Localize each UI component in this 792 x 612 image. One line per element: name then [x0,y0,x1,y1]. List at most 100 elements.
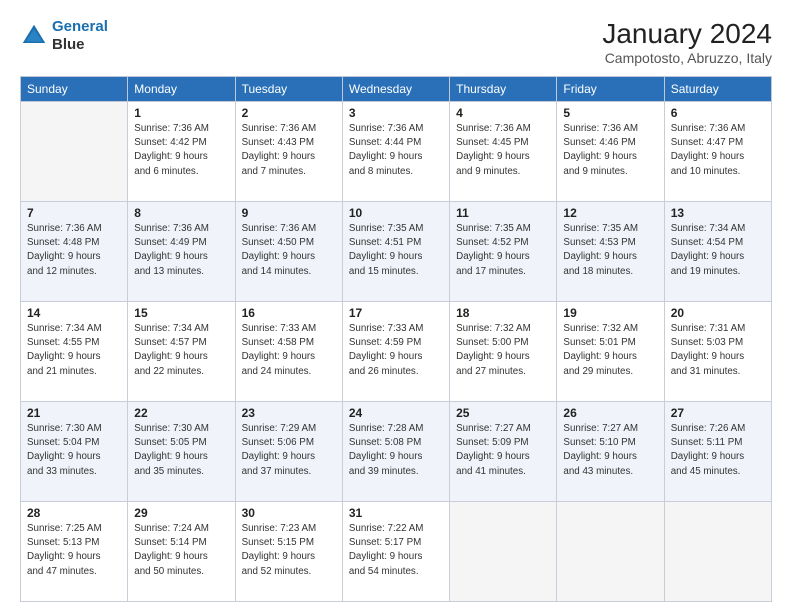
cell-info: Sunrise: 7:34 AM Sunset: 4:54 PM Dayligh… [671,222,765,279]
cell-day-number: 8 [134,206,228,220]
calendar-body: 1Sunrise: 7:36 AM Sunset: 4:42 PM Daylig… [21,102,772,602]
cell-day-number: 25 [456,406,550,420]
cell-day-number: 6 [671,106,765,120]
cell-info: Sunrise: 7:32 AM Sunset: 5:01 PM Dayligh… [563,322,657,379]
calendar-cell: 12 Sunrise: 7:35 AM Sunset: 4:53 PM Dayli… [557,202,664,302]
weekday-header-cell: Thursday [450,77,557,102]
cell-info: Sunrise: 7:31 AM Sunset: 5:03 PM Dayligh… [671,322,765,379]
calendar-cell: 20Sunrise: 7:31 AM Sunset: 5:03 PM Dayli… [664,302,771,402]
cell-day-number: 11 [456,206,550,220]
cell-day-number: 9 [242,206,336,220]
calendar-cell: 16Sunrise: 7:33 AM Sunset: 4:58 PM Dayli… [235,302,342,402]
calendar-cell: 5Sunrise: 7:36 AM Sunset: 4:46 PM Daylig… [557,102,664,202]
calendar-cell: 21Sunrise: 7:30 AM Sunset: 5:04 PM Dayli… [21,402,128,502]
calendar-cell [450,502,557,602]
calendar-cell: 8 Sunrise: 7:36 AM Sunset: 4:49 PM Daylig… [128,202,235,302]
title-block: January 2024 Campotosto, Abruzzo, Italy [602,18,772,66]
cell-day-number: 14 [27,306,121,320]
calendar-cell: 19 Sunrise: 7:32 AM Sunset: 5:01 PM Dayli… [557,302,664,402]
calendar-cell: 9 Sunrise: 7:36 AM Sunset: 4:50 PM Daylig… [235,202,342,302]
cell-day-number: 29 [134,506,228,520]
weekday-header-cell: Wednesday [342,77,449,102]
calendar-cell: 2Sunrise: 7:36 AM Sunset: 4:43 PM Daylig… [235,102,342,202]
calendar-cell: 14 Sunrise: 7:34 AM Sunset: 4:55 PM Dayli… [21,302,128,402]
cell-info: Sunrise: 7:36 AM Sunset: 4:50 PM Dayligh… [242,222,336,279]
calendar-cell: 24 Sunrise: 7:28 AM Sunset: 5:08 PM Dayli… [342,402,449,502]
calendar-cell [664,502,771,602]
cell-info: Sunrise: 7:24 AM Sunset: 5:14 PM Dayligh… [134,522,228,579]
weekday-header-cell: Tuesday [235,77,342,102]
calendar-week-row: 1Sunrise: 7:36 AM Sunset: 4:42 PM Daylig… [21,102,772,202]
calendar-cell: 10 Sunrise: 7:35 AM Sunset: 4:51 PM Dayli… [342,202,449,302]
cell-day-number: 4 [456,106,550,120]
cell-day-number: 12 [563,206,657,220]
cell-info: Sunrise: 7:28 AM Sunset: 5:08 PM Dayligh… [349,422,443,479]
cell-info: Sunrise: 7:27 AM Sunset: 5:10 PM Dayligh… [563,422,657,479]
calendar-cell: 22Sunrise: 7:30 AM Sunset: 5:05 PM Dayli… [128,402,235,502]
cell-day-number: 31 [349,506,443,520]
month-title: January 2024 [602,18,772,50]
cell-day-number: 5 [563,106,657,120]
calendar-cell: 26 Sunrise: 7:27 AM Sunset: 5:10 PM Dayli… [557,402,664,502]
calendar-cell: 4 Sunrise: 7:36 AM Sunset: 4:45 PM Daylig… [450,102,557,202]
calendar-cell: 23 Sunrise: 7:29 AM Sunset: 5:06 PM Dayli… [235,402,342,502]
calendar-week-row: 14 Sunrise: 7:34 AM Sunset: 4:55 PM Dayli… [21,302,772,402]
cell-info: Sunrise: 7:29 AM Sunset: 5:06 PM Dayligh… [242,422,336,479]
cell-info: Sunrise: 7:35 AM Sunset: 4:51 PM Dayligh… [349,222,443,279]
logo-text: General Blue [52,18,108,54]
cell-day-number: 28 [27,506,121,520]
cell-day-number: 23 [242,406,336,420]
cell-info: Sunrise: 7:30 AM Sunset: 5:04 PM Dayligh… [27,422,121,479]
calendar-cell: 28 Sunrise: 7:25 AM Sunset: 5:13 PM Dayli… [21,502,128,602]
calendar-cell: 13Sunrise: 7:34 AM Sunset: 4:54 PM Dayli… [664,202,771,302]
calendar-week-row: 7Sunrise: 7:36 AM Sunset: 4:48 PM Daylig… [21,202,772,302]
cell-day-number: 19 [563,306,657,320]
page: General Blue January 2024 Campotosto, Ab… [0,0,792,612]
cell-info: Sunrise: 7:36 AM Sunset: 4:49 PM Dayligh… [134,222,228,279]
calendar-cell: 6 Sunrise: 7:36 AM Sunset: 4:47 PM Daylig… [664,102,771,202]
calendar-week-row: 28 Sunrise: 7:25 AM Sunset: 5:13 PM Dayli… [21,502,772,602]
cell-day-number: 18 [456,306,550,320]
weekday-header-cell: Sunday [21,77,128,102]
weekday-header-row: SundayMondayTuesdayWednesdayThursdayFrid… [21,77,772,102]
cell-day-number: 26 [563,406,657,420]
cell-info: Sunrise: 7:23 AM Sunset: 5:15 PM Dayligh… [242,522,336,579]
cell-day-number: 7 [27,206,121,220]
cell-day-number: 10 [349,206,443,220]
calendar-cell: 7Sunrise: 7:36 AM Sunset: 4:48 PM Daylig… [21,202,128,302]
calendar-cell: 25 Sunrise: 7:27 AM Sunset: 5:09 PM Dayli… [450,402,557,502]
cell-info: Sunrise: 7:30 AM Sunset: 5:05 PM Dayligh… [134,422,228,479]
cell-info: Sunrise: 7:33 AM Sunset: 4:59 PM Dayligh… [349,322,443,379]
weekday-header-cell: Saturday [664,77,771,102]
calendar-cell: 31 Sunrise: 7:22 AM Sunset: 5:17 PM Dayli… [342,502,449,602]
calendar-cell: 11Sunrise: 7:35 AM Sunset: 4:52 PM Dayli… [450,202,557,302]
cell-info: Sunrise: 7:27 AM Sunset: 5:09 PM Dayligh… [456,422,550,479]
calendar-cell: 3Sunrise: 7:36 AM Sunset: 4:44 PM Daylig… [342,102,449,202]
calendar-cell: 15Sunrise: 7:34 AM Sunset: 4:57 PM Dayli… [128,302,235,402]
calendar-table: SundayMondayTuesdayWednesdayThursdayFrid… [20,76,772,602]
cell-info: Sunrise: 7:36 AM Sunset: 4:47 PM Dayligh… [671,122,765,179]
cell-day-number: 16 [242,306,336,320]
calendar-cell: 17 Sunrise: 7:33 AM Sunset: 4:59 PM Dayli… [342,302,449,402]
cell-day-number: 27 [671,406,765,420]
cell-info: Sunrise: 7:34 AM Sunset: 4:57 PM Dayligh… [134,322,228,379]
cell-day-number: 30 [242,506,336,520]
cell-day-number: 24 [349,406,443,420]
calendar-cell [557,502,664,602]
weekday-header-cell: Friday [557,77,664,102]
header: General Blue January 2024 Campotosto, Ab… [20,18,772,66]
calendar-cell: 18 Sunrise: 7:32 AM Sunset: 5:00 PM Dayli… [450,302,557,402]
cell-info: Sunrise: 7:22 AM Sunset: 5:17 PM Dayligh… [349,522,443,579]
cell-info: Sunrise: 7:36 AM Sunset: 4:42 PM Dayligh… [134,122,228,179]
calendar-week-row: 21Sunrise: 7:30 AM Sunset: 5:04 PM Dayli… [21,402,772,502]
cell-info: Sunrise: 7:36 AM Sunset: 4:45 PM Dayligh… [456,122,550,179]
cell-day-number: 2 [242,106,336,120]
cell-info: Sunrise: 7:32 AM Sunset: 5:00 PM Dayligh… [456,322,550,379]
calendar-cell: 29 Sunrise: 7:24 AM Sunset: 5:14 PM Dayli… [128,502,235,602]
cell-info: Sunrise: 7:34 AM Sunset: 4:55 PM Dayligh… [27,322,121,379]
cell-info: Sunrise: 7:25 AM Sunset: 5:13 PM Dayligh… [27,522,121,579]
weekday-header-cell: Monday [128,77,235,102]
cell-info: Sunrise: 7:35 AM Sunset: 4:53 PM Dayligh… [563,222,657,279]
cell-day-number: 17 [349,306,443,320]
location: Campotosto, Abruzzo, Italy [602,50,772,66]
